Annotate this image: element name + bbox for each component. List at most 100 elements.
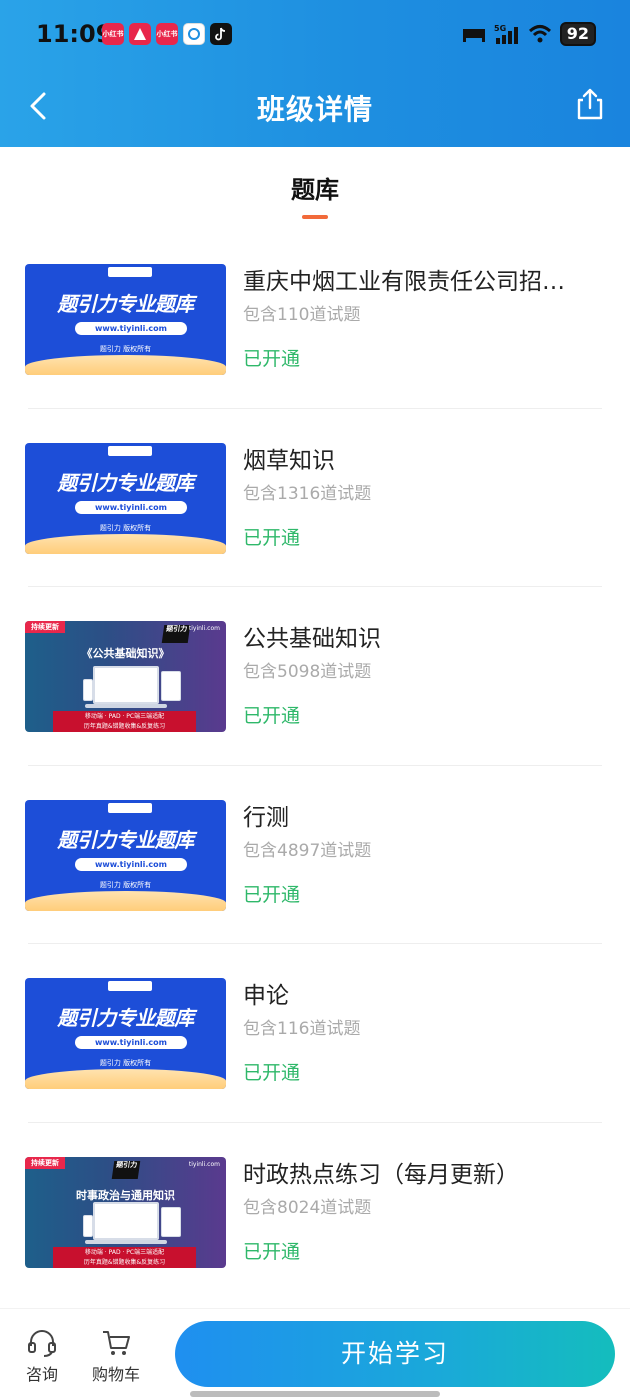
thumb-wave [25, 1069, 226, 1089]
thumb-headline: 题引力专业题库 [57, 827, 194, 852]
item-title: 重庆中烟工业有限责任公司招… [243, 269, 565, 295]
item-count: 包含116道试题 [243, 1019, 361, 1039]
thumb-tag: 持续更新 [25, 621, 65, 633]
thumb-copyright: 题引力 版权所有 [99, 1059, 152, 1067]
thumb-wave [25, 355, 226, 375]
bottom-bar: 咨询 购物车 开始学习 [0, 1308, 630, 1400]
battery-indicator: 92 [559, 22, 596, 46]
item-info: 申论 包含116道试题 已开通 [243, 980, 593, 1086]
thumb-url: www.tiyinli.com [75, 322, 187, 335]
thumb-subject: 时事政治与通用知识 [76, 1188, 175, 1202]
thumb-url: www.tiyinli.com [75, 857, 187, 871]
logo-icon [108, 981, 152, 991]
item-title: 时政热点练习（每月更新） [243, 1161, 519, 1188]
consult-label: 咨询 [26, 1365, 59, 1384]
item-info: 公共基础知识 包含5098道试题 已开通 [243, 623, 593, 729]
thumb-wave [25, 890, 226, 911]
status-time: 11:09 [36, 20, 113, 48]
start-learning-button[interactable]: 开始学习 [175, 1321, 615, 1387]
laptop-icon [85, 1201, 167, 1244]
item-thumbnail: 题引力专业题库 www.tiyinli.com 题引力 版权所有 [25, 978, 226, 1089]
logo-icon [108, 802, 152, 813]
item-status: 已开通 [243, 1240, 301, 1263]
xiaohongshu-icon-2: 小红书 [156, 23, 178, 45]
thumb-copyright: 题引力 版权所有 [99, 880, 152, 889]
item-status: 已开通 [243, 705, 301, 727]
header: 11:09 小红书 小红书 5G 92 班级详情 [0, 0, 630, 147]
thumb-logo: 题引力 [111, 1160, 141, 1179]
list-item[interactable]: 题引力专业题库 www.tiyinli.com 题引力 版权所有 申论 包含11… [0, 944, 630, 1123]
consult-button[interactable]: 咨询 [26, 1329, 58, 1385]
thumb-headline: 题引力专业题库 [57, 470, 194, 495]
share-icon [577, 88, 603, 120]
item-count: 包含5098道试题 [243, 662, 372, 682]
thumb-band: 移动端 · PAD · PC端三端适配 历年真题&错题收集&反复练习 [53, 711, 196, 732]
status-bar: 11:09 小红书 小红书 5G 92 [0, 0, 630, 70]
svg-text:5G: 5G [494, 24, 506, 33]
list-item[interactable]: 题引力专业题库 www.tiyinli.com 题引力 版权所有 重庆中烟工业有… [0, 230, 630, 409]
thumb-band-line2: 历年真题&错题收集&反复练习 [83, 723, 166, 730]
thumb-url: www.tiyinli.com [75, 1036, 187, 1049]
list-item[interactable]: 持续更新 题引力 tiyinli.com 时事政治与通用知识 移动端 · PAD… [0, 1123, 630, 1302]
tiktok-icon [210, 23, 232, 45]
notification-icons: 小红书 小红书 [102, 23, 232, 45]
signal-icon: 5G [494, 24, 518, 44]
item-info: 烟草知识 包含1316道试题 已开通 [243, 445, 593, 551]
cart-label: 购物车 [92, 1365, 141, 1384]
list-item[interactable]: 题引力专业题库 www.tiyinli.com 题引力 版权所有 行测 包含48… [0, 766, 630, 944]
item-count: 包含110道试题 [243, 305, 361, 325]
phone-icon [83, 1214, 93, 1237]
item-thumbnail: 题引力专业题库 www.tiyinli.com 题引力 版权所有 [25, 264, 226, 375]
tab-underline [302, 215, 328, 219]
item-thumbnail: 持续更新 题引力 tiyinli.com 时事政治与通用知识 移动端 · PAD… [25, 1156, 226, 1268]
item-title: 申论 [243, 983, 289, 1009]
item-count: 包含4897道试题 [243, 840, 372, 861]
list-item[interactable]: 持续更新 题引力 tiyinli.com 《公共基础知识》 移动端 · PAD … [0, 587, 630, 766]
thumb-headline: 题引力专业题库 [57, 292, 194, 316]
thumb-subject: 《公共基础知识》 [81, 647, 170, 660]
item-info: 行测 包含4897道试题 已开通 [243, 802, 593, 908]
list-item[interactable]: 题引力专业题库 www.tiyinli.com 题引力 版权所有 烟草知识 包含… [0, 409, 630, 587]
thumb-band-line2: 历年真题&错题收集&反复练习 [83, 1258, 166, 1266]
logo-icon [108, 445, 152, 456]
tab-label: 题库 [291, 176, 339, 204]
item-thumbnail: 题引力专业题库 www.tiyinli.com 题引力 版权所有 [25, 442, 226, 554]
xiaohongshu-icon: 小红书 [102, 23, 124, 45]
item-title: 烟草知识 [243, 447, 335, 474]
logo-icon [108, 267, 152, 277]
question-bank-list: 题引力专业题库 www.tiyinli.com 题引力 版权所有 重庆中烟工业有… [0, 230, 630, 1301]
home-indicator [190, 1391, 440, 1397]
share-button[interactable] [572, 86, 608, 122]
tablet-icon [161, 671, 181, 701]
app-a-icon [129, 23, 151, 45]
headset-icon [28, 1330, 56, 1357]
thumb-band: 移动端 · PAD · PC端三端适配 历年真题&错题收集&反复练习 [53, 1246, 196, 1268]
item-info: 时政热点练习（每月更新） 包含8024道试题 已开通 [243, 1159, 593, 1265]
thumb-copyright: 题引力 版权所有 [99, 345, 152, 353]
headset-app-icon [183, 23, 205, 45]
wifi-icon [528, 25, 551, 43]
item-info: 重庆中烟工业有限责任公司招… 包含110道试题 已开通 [243, 266, 593, 372]
item-status: 已开通 [243, 1062, 301, 1084]
shopping-cart-icon [103, 1331, 130, 1355]
item-thumbnail: 题引力专业题库 www.tiyinli.com 题引力 版权所有 [25, 799, 226, 911]
thumb-url: tiyinli.com [188, 625, 220, 632]
page-title: 班级详情 [256, 93, 373, 126]
thumb-copyright: 题引力 版权所有 [99, 523, 152, 532]
phone-icon [83, 679, 93, 701]
item-status: 已开通 [243, 348, 301, 370]
item-status: 已开通 [243, 526, 301, 549]
thumb-logo: 题引力 [161, 625, 191, 643]
bed-icon [462, 29, 485, 42]
thumb-tag: 持续更新 [25, 1156, 65, 1169]
item-thumbnail: 持续更新 题引力 tiyinli.com 《公共基础知识》 移动端 · PAD … [25, 621, 226, 732]
cart-button[interactable]: 购物车 [92, 1329, 140, 1385]
item-title: 行测 [243, 804, 289, 831]
item-count: 包含8024道试题 [243, 1197, 372, 1218]
tablet-icon [161, 1206, 181, 1237]
item-count: 包含1316道试题 [243, 483, 372, 504]
item-status: 已开通 [243, 883, 301, 906]
thumb-headline: 题引力专业题库 [57, 1006, 194, 1030]
tab-question-bank[interactable]: 题库 [0, 170, 630, 219]
thumb-band-line1: 移动端 · PAD · PC端三端适配 [84, 713, 165, 720]
